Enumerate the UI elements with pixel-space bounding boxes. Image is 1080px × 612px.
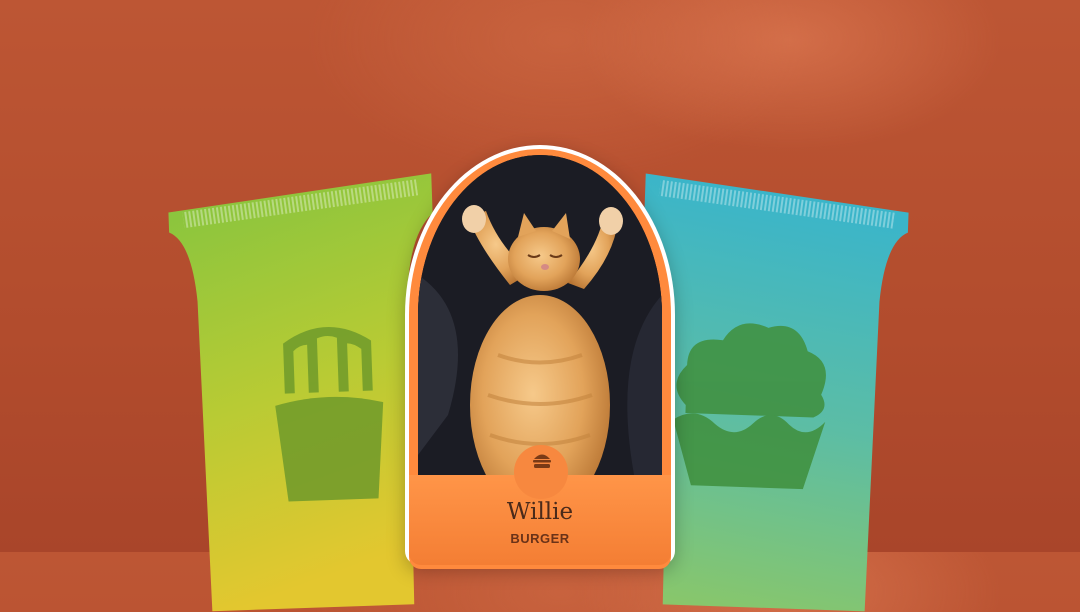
fries-icon — [272, 320, 386, 504]
pet-name: Willie — [506, 499, 574, 525]
food-picker-stage: Willie BURGER — [0, 0, 1080, 612]
muffin-icon — [663, 304, 834, 490]
pet-type: BURGER — [510, 531, 570, 546]
pet-card[interactable]: Willie BURGER — [405, 145, 675, 569]
pet-photo — [418, 155, 662, 495]
burger-icon — [533, 453, 551, 469]
